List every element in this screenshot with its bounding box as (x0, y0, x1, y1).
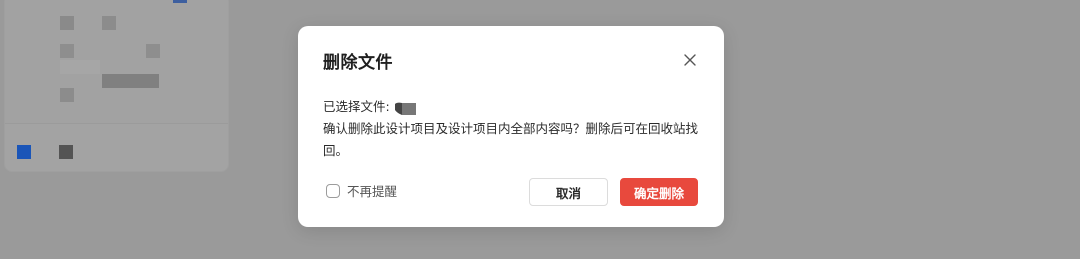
dont-remind-checkbox[interactable] (326, 183, 340, 198)
dialog-title: 删除文件 (323, 53, 393, 73)
dont-remind-label: 不再提醒 (347, 184, 398, 199)
delete-file-dialog: 删除文件 已选择文件: 确认删除此设计项目及设计项目内全部内容吗？删除后可在回收… (298, 26, 724, 227)
close-button[interactable] (680, 50, 700, 70)
close-icon (684, 54, 696, 66)
confirm-delete-button[interactable]: 确定删除 (620, 178, 698, 206)
selected-file-line: 已选择文件: (323, 96, 708, 118)
dialog-message: 确认删除此设计项目及设计项目内全部内容吗？删除后可在回收站找回。 (323, 121, 699, 158)
file-thumbnail-icon (393, 101, 416, 115)
selected-file-label: 已选择文件: (323, 99, 390, 114)
dont-remind-checkbox-row[interactable]: 不再提醒 (326, 181, 397, 200)
cancel-button[interactable]: 取消 (529, 178, 608, 206)
dialog-body: 已选择文件: 确认删除此设计项目及设计项目内全部内容吗？删除后可在回收站找回。 (323, 96, 708, 162)
